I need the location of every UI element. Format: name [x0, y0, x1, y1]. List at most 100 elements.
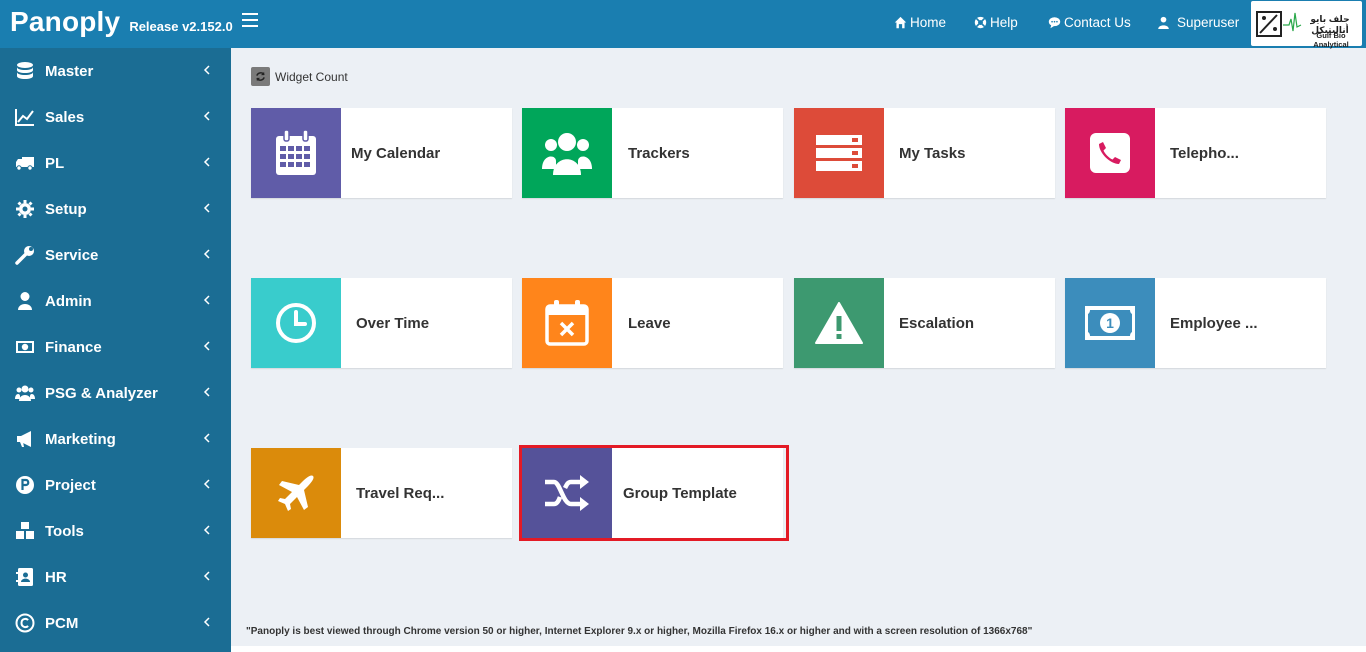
sidebar-item-tools[interactable]: Tools [0, 508, 231, 554]
copyright-icon [15, 613, 35, 633]
tile-icon-box [794, 278, 884, 368]
sidebar-item-label: Sales [45, 109, 85, 126]
sidebar-item-label: Marketing [45, 431, 116, 448]
selection-highlight [519, 445, 789, 541]
tile-label: Travel Req... [356, 485, 445, 502]
tile-label: Employee ... [1170, 315, 1258, 332]
chevron-left-icon [203, 65, 210, 75]
sidebar-item-master[interactable]: Master [0, 48, 231, 94]
sidebar-item-label: Tools [45, 523, 84, 540]
brand[interactable]: Panoply Release v2.152.0 [10, 6, 233, 38]
sidebar-item-label: PSG & Analyzer [45, 385, 158, 402]
life-ring-icon [974, 16, 987, 29]
sidebar-item-marketing[interactable]: Marketing [0, 416, 231, 462]
sidebar-item-setup[interactable]: Setup [0, 186, 231, 232]
chevron-left-icon [203, 203, 210, 213]
calendar-x-icon [545, 300, 589, 346]
tile-label: My Calendar [351, 145, 441, 162]
sidebar-item-pl[interactable]: PL [0, 140, 231, 186]
sidebar-item-label: Project [45, 477, 96, 494]
calendar-icon [276, 130, 316, 175]
widget-my-calendar[interactable]: My Calendar [251, 108, 512, 198]
nav-contact-label: Contact Us [1064, 15, 1131, 30]
footer-bar [231, 646, 1366, 652]
sidebar-item-label: Admin [45, 293, 92, 310]
chevron-left-icon [203, 341, 210, 351]
tile-label: Leave [628, 315, 671, 332]
widget-trackers[interactable]: Trackers [522, 108, 783, 198]
chevron-left-icon [203, 111, 210, 121]
tile-icon-box [522, 108, 612, 198]
sidebar: Master Sales PL Setup Service Admin Fina… [0, 48, 231, 652]
server-icon [816, 135, 862, 171]
chevron-left-icon [203, 617, 210, 627]
sidebar-item-pcm[interactable]: PCM [0, 600, 231, 646]
chevron-left-icon [203, 433, 210, 443]
tile-label: Over Time [356, 315, 430, 332]
line-chart-icon [15, 109, 34, 126]
database-icon [17, 62, 33, 79]
tile-icon-box [251, 278, 341, 368]
truck-icon [16, 157, 34, 171]
money-icon [16, 341, 34, 353]
comments-icon [1048, 17, 1061, 29]
widget-count-button[interactable]: Widget Count [251, 67, 348, 86]
money-icon: 1 [1085, 306, 1135, 340]
widget-over-time[interactable]: Over Time [251, 278, 512, 368]
sidebar-item-label: Service [45, 247, 99, 264]
sidebar-item-hr[interactable]: HR [0, 554, 231, 600]
home-icon [894, 16, 907, 29]
nav-home-label: Home [910, 15, 947, 30]
sidebar-item-admin[interactable]: Admin [0, 278, 231, 324]
user-icon [18, 292, 32, 310]
chevron-left-icon [203, 295, 210, 305]
widget-telephone[interactable]: Telepho... [1065, 108, 1326, 198]
sidebar-item-psg-analyzer[interactable]: PSG & Analyzer [0, 370, 231, 416]
chevron-left-icon [203, 249, 210, 259]
logo-english-text: Gulf Bio Analytical [1313, 31, 1349, 49]
tile-icon-box [522, 278, 612, 368]
sidebar-toggle-icon[interactable] [242, 13, 258, 31]
widget-employee[interactable]: 1 Employee ... [1065, 278, 1326, 368]
plane-icon [278, 475, 314, 511]
sidebar-item-label: PL [45, 155, 65, 172]
gear-icon [16, 200, 34, 218]
tile-icon-box: 1 [1065, 278, 1155, 368]
chevron-left-icon [203, 525, 210, 535]
cubes-icon [16, 522, 34, 539]
user-menu[interactable]: Superuser [1157, 15, 1239, 30]
widget-my-tasks[interactable]: My Tasks [794, 108, 1055, 198]
p-circle-icon [16, 476, 34, 494]
widget-travel-request[interactable]: Travel Req... [251, 448, 512, 538]
top-header: Panoply Release v2.152.0 Home Help Conta… [0, 0, 1366, 49]
sidebar-item-label: Master [45, 63, 94, 80]
chevron-left-icon [203, 157, 210, 167]
widget-escalation[interactable]: Escalation [794, 278, 1055, 368]
widget-count-label: Widget Count [275, 69, 348, 84]
clock-icon [276, 303, 316, 343]
nav-help-label: Help [990, 15, 1018, 30]
browser-compatibility-note: "Panoply is best viewed through Chrome v… [246, 626, 1033, 637]
sidebar-item-label: Setup [45, 201, 87, 218]
phone-icon [1090, 133, 1130, 173]
sidebar-item-sales[interactable]: Sales [0, 94, 231, 140]
widget-leave[interactable]: Leave [522, 278, 783, 368]
release-version: Release v2.152.0 [129, 19, 233, 34]
nav-contact[interactable]: Contact Us [1048, 15, 1131, 30]
wrench-icon [15, 246, 34, 265]
tile-icon-box [251, 108, 341, 198]
sidebar-item-finance[interactable]: Finance [0, 324, 231, 370]
tile-label: Telepho... [1170, 145, 1239, 162]
warning-icon [815, 302, 863, 344]
nav-help[interactable]: Help [974, 15, 1018, 30]
sidebar-item-label: Finance [45, 339, 102, 356]
company-logo: جلف بايو أناليتيكل Gulf Bio Analytical [1251, 1, 1362, 49]
sidebar-item-service[interactable]: Service [0, 232, 231, 278]
chevron-left-icon [203, 571, 210, 581]
bullhorn-icon [17, 431, 31, 447]
contact-card-icon [16, 568, 33, 586]
tile-label: Escalation [899, 315, 975, 332]
brand-name: Panoply [10, 6, 121, 37]
sidebar-item-project[interactable]: Project [0, 462, 231, 508]
nav-home[interactable]: Home [894, 15, 946, 30]
